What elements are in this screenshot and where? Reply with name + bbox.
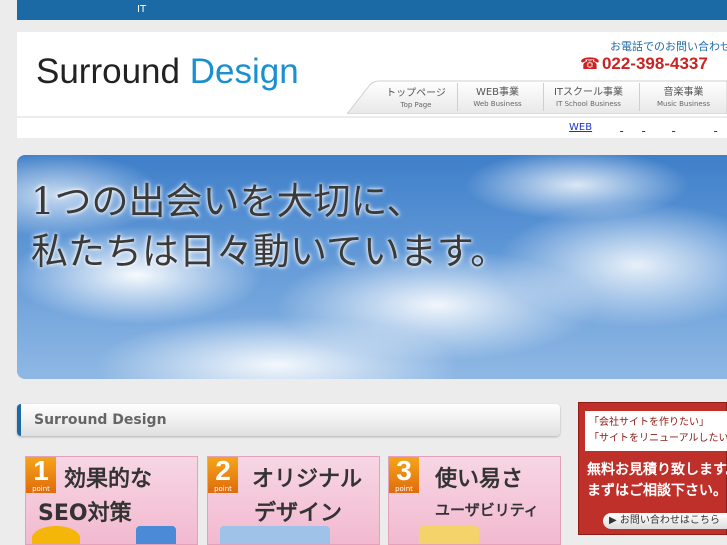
promo-headline-2: まずはご相談下さい。	[587, 483, 727, 499]
main-nav: トップページ Top Page WEB事業 Web Business ITスクー…	[347, 80, 727, 114]
card-title-line1: オリジナル	[252, 467, 363, 492]
subnav-link[interactable]	[642, 122, 662, 132]
contact-box: お電話でのお問い合わせ ☎ 022-398-4337	[580, 38, 727, 74]
site-logo[interactable]: Surround Design	[36, 52, 299, 92]
point-number: 1	[33, 456, 49, 486]
logo-accent-text: Design	[189, 52, 299, 91]
card-title-line2: ユーザビリティ	[435, 501, 539, 519]
hero-banner: 1つの出会いを大切に、 私たちは日々動いています。	[17, 155, 727, 379]
feature-card-usability[interactable]: 3 point 使い易さ ユーザビリティ	[388, 456, 561, 545]
nav-item-label: 音楽事業	[663, 87, 704, 98]
card-title-line2: SEO対策	[38, 501, 132, 526]
promo-quote-1: 「会社サイトを作りたい」	[589, 417, 709, 428]
subnav-link-web[interactable]: WEB	[569, 122, 592, 133]
hero-text-line2: 私たちは日々動いています。	[31, 230, 508, 273]
nav-item-sublabel: Music Business	[656, 100, 710, 108]
point-label: point	[214, 485, 232, 493]
nav-item-label: トップページ	[386, 88, 446, 99]
site-header: Surround Design お電話でのお問い合わせ ☎ 022-398-433…	[17, 32, 727, 116]
point-badge: 3 point	[389, 457, 419, 493]
chart-illustration-icon	[32, 526, 80, 544]
nav-item-web[interactable]: WEB事業 Web Business	[457, 83, 537, 111]
point-badge: 1 point	[26, 457, 56, 493]
point-number: 3	[396, 456, 412, 486]
bar-chart-icon	[136, 526, 176, 544]
phone-icon: ☎	[580, 54, 600, 73]
promo-headline: 無料お見積り致します。 まずはご相談下さい。	[587, 460, 727, 502]
point-number: 2	[215, 456, 231, 486]
promo-headline-1: 無料お見積り致します。	[587, 462, 727, 478]
promo-quote-2: 「サイトをリニューアルしたい」	[589, 433, 727, 444]
top-bar: IT	[17, 0, 727, 20]
nav-item-sublabel: Web Business	[473, 100, 522, 108]
nav-item-sublabel: IT School Business	[556, 100, 621, 108]
subnav-link[interactable]	[620, 122, 632, 132]
phone-number: 022-398-4337	[601, 54, 708, 73]
card-title-line1: 効果的な	[64, 467, 153, 492]
subnav-link[interactable]	[672, 122, 704, 132]
hero-text-line1: 1つの出会いを大切に、	[31, 180, 424, 223]
nav-item-music[interactable]: 音楽事業 Music Business	[639, 83, 727, 111]
nav-item-label: WEB事業	[475, 87, 520, 98]
contact-label: お電話でのお問い合わせ	[610, 40, 727, 53]
usability-illustration-icon	[419, 526, 479, 544]
sub-nav: WEB	[17, 118, 727, 138]
design-illustration-icon	[220, 526, 330, 544]
top-bar-text: IT	[137, 4, 147, 15]
section-heading: Surround Design	[17, 404, 560, 436]
estimate-banner[interactable]: 「会社サイトを作りたい」 「サイトをリニューアルしたい」 無料お見積り致します。…	[578, 402, 727, 535]
point-label: point	[32, 485, 50, 493]
nav-item-school[interactable]: ITスクール事業 IT School Business	[543, 83, 633, 111]
nav-item-top[interactable]: トップページ Top Page	[381, 84, 451, 109]
point-label: point	[395, 485, 413, 493]
logo-text: Surround	[36, 52, 190, 91]
card-title-line1: 使い易さ	[435, 467, 524, 492]
nav-item-sublabel: Top Page	[400, 101, 432, 109]
point-badge: 2 point	[208, 457, 238, 493]
feature-card-design[interactable]: 2 point オリジナル デザイン	[207, 456, 380, 545]
nav-item-label: ITスクール事業	[553, 87, 624, 98]
feature-card-seo[interactable]: 1 point 効果的な SEO対策	[25, 456, 198, 545]
card-title-line2: デザイン	[254, 501, 343, 526]
subnav-link[interactable]	[714, 122, 727, 132]
contact-button[interactable]: ▶ お問い合わせはこちら	[603, 513, 727, 529]
promo-quotes: 「会社サイトを作りたい」 「サイトをリニューアルしたい」	[585, 411, 727, 451]
